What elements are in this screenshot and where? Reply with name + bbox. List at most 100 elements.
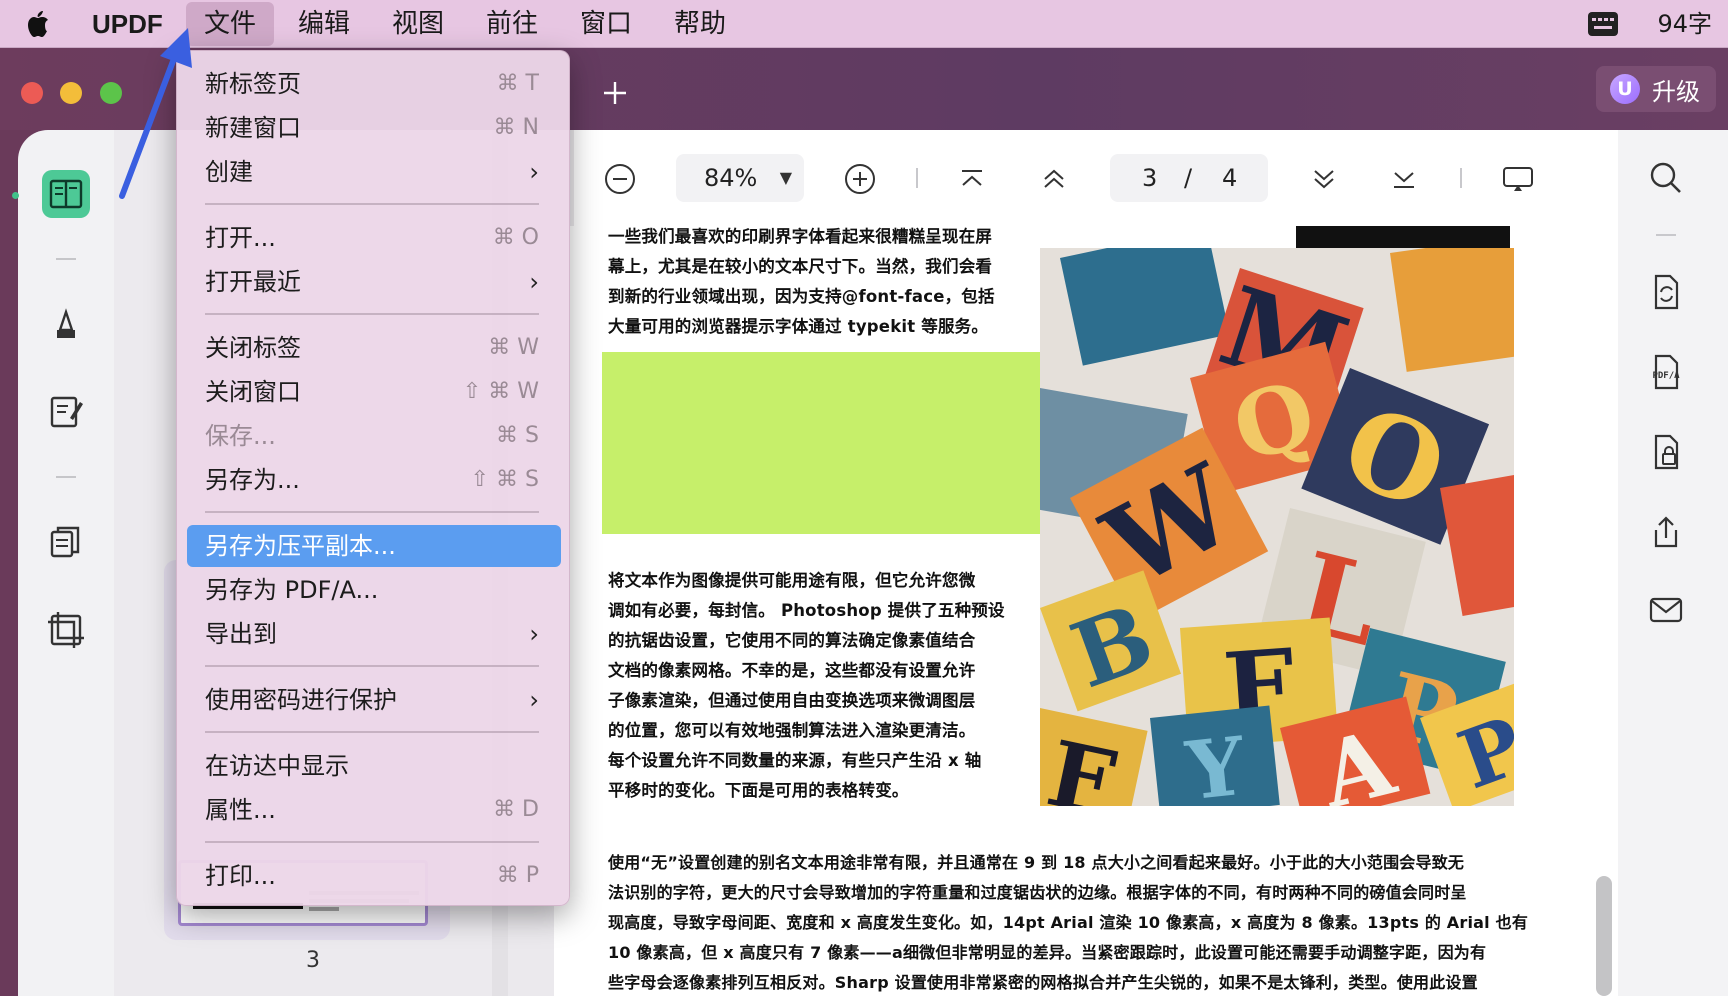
menu-item-shortcut: ⌘ O	[492, 225, 539, 250]
convert-button[interactable]	[1646, 272, 1686, 312]
menu-item-shortcut: ⌘ T	[496, 71, 539, 96]
email-button[interactable]	[1646, 590, 1686, 630]
menu-item-save-as-pdfa[interactable]: 另存为 PDF/A...	[187, 569, 561, 611]
presentation-button[interactable]	[1500, 161, 1536, 197]
menu-separator	[205, 665, 539, 667]
menu-help[interactable]: 帮助	[656, 0, 744, 48]
rail-separator	[1656, 234, 1676, 236]
svg-text:PDF/A: PDF/A	[1652, 371, 1680, 381]
double-chevron-up-icon	[1044, 169, 1064, 188]
menu-separator	[205, 203, 539, 205]
menu-edit[interactable]: 编辑	[280, 0, 368, 48]
menu-item-open[interactable]: 打开... ⌘ O	[187, 217, 561, 259]
toolbar-separator	[1460, 168, 1462, 188]
menu-item-close-window[interactable]: 关闭窗口 ⇧ ⌘ W	[187, 371, 561, 413]
menu-item-label: 保存...	[205, 422, 276, 450]
organize-pages-button[interactable]	[42, 518, 90, 566]
menu-item-label: 使用密码进行保护	[205, 686, 397, 714]
text-line: 的抗锯齿设置，它使用不同的算法确定像素值结合	[608, 631, 976, 650]
menu-view[interactable]: 视图	[374, 0, 462, 48]
current-page-input[interactable]: 3	[1142, 154, 1157, 202]
mail-icon	[1649, 597, 1683, 623]
zoom-level-value: 84%	[704, 164, 758, 192]
menu-separator	[205, 731, 539, 733]
keyboard-input-icon[interactable]	[1588, 12, 1618, 36]
menu-item-save-flattened-copy[interactable]: 另存为压平副本...	[187, 525, 561, 567]
menu-item-save-as[interactable]: 另存为... ⇧ ⌘ S	[187, 459, 561, 501]
menu-separator	[205, 841, 539, 843]
menu-item-properties[interactable]: 属性... ⌘ D	[187, 789, 561, 831]
last-page-button[interactable]	[1386, 161, 1422, 197]
zoom-in-button[interactable]	[842, 161, 878, 197]
menu-item-show-in-finder[interactable]: 在访达中显示	[187, 745, 561, 787]
page-separator: /	[1184, 164, 1193, 192]
comment-tool-button[interactable]	[42, 300, 90, 348]
previous-page-button[interactable]	[1036, 161, 1072, 197]
menu-item-shortcut: ⌘ N	[493, 115, 539, 140]
share-icon	[1654, 516, 1678, 548]
thumbnail-content	[309, 907, 339, 911]
menu-item-label: 关闭标签	[205, 334, 301, 362]
double-chevron-down-icon	[1314, 170, 1334, 189]
menu-item-protect-with-password[interactable]: 使用密码进行保护 ›	[187, 679, 561, 721]
menu-item-print[interactable]: 打印... ⌘ P	[187, 855, 561, 897]
next-page-button[interactable]	[1306, 161, 1342, 197]
page-black-strip	[1296, 226, 1510, 248]
green-highlight-block	[602, 352, 1040, 534]
text-line: 现高度，导致字母间距、宽度和 x 高度发生变化。如，14pt Arial 渲染 …	[608, 913, 1529, 932]
menu-item-export-to[interactable]: 导出到 ›	[187, 613, 561, 655]
annotation-arrow-icon	[119, 28, 192, 199]
document-scrollbar[interactable]	[1596, 876, 1612, 996]
menu-item-new-window[interactable]: 新建窗口 ⌘ N	[187, 107, 561, 149]
text-line: 幕上，尤其是在较小的文本尺寸下。当然，我们会看	[608, 257, 993, 276]
edit-tool-button[interactable]	[42, 388, 90, 436]
menu-item-label: 新标签页	[205, 70, 301, 98]
menu-item-shortcut: ⇧ ⌘ S	[470, 467, 539, 492]
chevron-right-icon: ›	[529, 268, 539, 296]
zoom-out-button[interactable]	[602, 161, 638, 197]
close-window-button[interactable]	[21, 82, 43, 104]
pdfa-button[interactable]: PDF/A	[1646, 352, 1686, 392]
tile-letter: Y	[1181, 719, 1250, 806]
toolbar-separator	[916, 168, 918, 188]
menu-item-shortcut: ⌘ P	[496, 863, 539, 888]
last-page-icon	[1394, 172, 1414, 188]
page-navigator[interactable]: 3 / 4	[1110, 154, 1268, 202]
menu-item-create[interactable]: 创建 ›	[187, 151, 561, 193]
menu-item-open-recent[interactable]: 打开最近 ›	[187, 261, 561, 303]
share-button[interactable]	[1646, 512, 1686, 552]
text-line: 大量可用的浏览器提示字体通过 typekit 等服务。	[608, 317, 989, 336]
menu-item-shortcut: ⌘ D	[493, 797, 539, 822]
menu-item-shortcut: ⌘ W	[488, 335, 539, 360]
text-line: 平移时的变化。下面是可用的表格转变。	[608, 781, 909, 800]
plus-icon[interactable]	[598, 76, 632, 110]
first-page-button[interactable]	[954, 161, 990, 197]
menu-separator	[205, 511, 539, 513]
zoom-out-icon	[605, 164, 635, 194]
apple-logo-icon[interactable]	[22, 8, 56, 40]
pages-icon	[50, 526, 80, 558]
menu-window[interactable]: 窗口	[562, 0, 650, 48]
menu-item-label: 创建	[205, 158, 253, 186]
crop-icon	[48, 612, 84, 648]
minimize-window-button[interactable]	[60, 82, 82, 104]
menu-item-save: 保存... ⌘ S	[187, 415, 561, 457]
search-button[interactable]	[1646, 158, 1686, 198]
text-line: 10 像素高，但 x 高度只有 7 像素——a细微但非常明显的差异。当紧密跟踪时…	[608, 943, 1487, 962]
menu-item-close-tab[interactable]: 关闭标签 ⌘ W	[187, 327, 561, 369]
paragraph-3: 使用“无”设置创建的别名文本用途非常有限，并且通常在 9 到 18 点大小之间看…	[608, 848, 1528, 996]
menu-item-label: 打开最近	[205, 268, 301, 296]
crop-tool-button[interactable]	[42, 606, 90, 654]
zoom-level-select[interactable]: 84% ▼	[676, 154, 804, 202]
reader-mode-button[interactable]	[42, 170, 90, 218]
protect-button[interactable]	[1646, 432, 1686, 472]
upgrade-button[interactable]: U 升级	[1596, 66, 1716, 112]
menu-item-new-tab[interactable]: 新标签页 ⌘ T	[187, 63, 561, 105]
menu-item-label: 在访达中显示	[205, 752, 349, 780]
letter-tiles-photo: M Q O W L B F P F Y A P	[1040, 248, 1514, 806]
chevron-right-icon: ›	[529, 158, 539, 186]
upgrade-label: 升级	[1652, 77, 1700, 106]
menu-go[interactable]: 前往	[468, 0, 556, 48]
menu-item-label: 另存为...	[205, 466, 300, 494]
rail-separator	[56, 258, 76, 260]
